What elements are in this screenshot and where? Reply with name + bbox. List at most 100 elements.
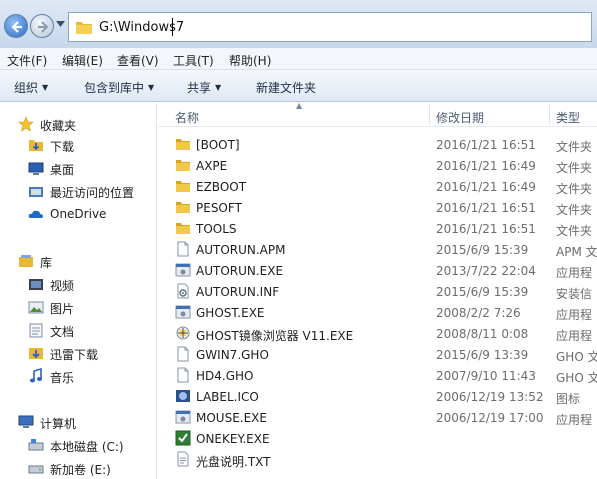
organize-label: 组织: [14, 81, 39, 95]
onedrive-cloud-icon: [28, 210, 43, 218]
column-header-date[interactable]: 修改日期: [436, 109, 484, 126]
menu-view[interactable]: 查看(V): [117, 52, 159, 69]
file-modified-date: 2016/1/21 16:51: [436, 138, 536, 152]
file-type: GHO 文: [556, 350, 597, 364]
file-type: 应用程: [556, 329, 593, 343]
include-library-button[interactable]: 包含到库中 ▼: [84, 79, 154, 96]
file-row[interactable]: GHOST镜像浏览器 V11.EXE 2008/8/11 0:08 应用程: [158, 323, 597, 344]
sidebar-item-label: 迅雷下载: [50, 348, 99, 362]
organize-button[interactable]: 组织 ▼: [14, 79, 48, 96]
file-modified-date: 2015/6/9 15:39: [436, 285, 529, 299]
library-icon: [19, 255, 33, 267]
file-row[interactable]: AXPE 2016/1/21 16:49 文件夹: [158, 155, 597, 176]
file-row[interactable]: LABEL.ICO 2006/12/19 13:52 图标: [158, 386, 597, 407]
sidebar-item-label: 下载: [50, 140, 75, 154]
text-caret: [172, 18, 173, 36]
forward-arrow-icon: [38, 21, 49, 33]
folder-icon: [176, 223, 190, 234]
file-type: 安装信: [556, 287, 593, 301]
video-icon: [29, 279, 43, 290]
sidebar-item-label: 图片: [50, 302, 75, 316]
file-row[interactable]: AUTORUN.APM 2015/6/9 15:39 APM 文: [158, 239, 597, 260]
share-button[interactable]: 共享 ▼: [187, 79, 221, 96]
onekey-icon: [175, 430, 191, 446]
file-row[interactable]: AUTORUN.EXE 2013/7/22 22:04 应用程: [158, 260, 597, 281]
file-row[interactable]: ONEKEY.EXE: [158, 428, 597, 449]
sidebar-item-label: 新加卷 (E:): [50, 463, 111, 477]
file-type: 应用程: [556, 308, 593, 322]
file-type: 图标: [556, 392, 581, 406]
column-header-name[interactable]: 名称: [175, 109, 199, 126]
menu-bar: 文件(F) 编辑(E) 查看(V) 工具(T) 帮助(H): [0, 48, 597, 70]
file-row[interactable]: GWIN7.GHO 2015/6/9 13:39 GHO 文: [158, 344, 597, 365]
file-icon: [177, 241, 189, 257]
sidebar-item-label: 最近访问的位置: [50, 186, 135, 200]
file-row[interactable]: GHOST.EXE 2008/2/2 7:26 应用程: [158, 302, 597, 323]
navigation-pane: 收藏夹 下载 桌面 最近访问的位置 OneDrive 库 视频 图片 文档 迅雷…: [0, 103, 157, 479]
file-icon: [177, 346, 189, 362]
file-name: [BOOT]: [196, 138, 240, 152]
ico-icon: [176, 390, 190, 402]
sidebar-item-label: 音乐: [50, 371, 75, 385]
file-name: GHOST镜像浏览器 V11.EXE: [196, 329, 354, 343]
menu-tools[interactable]: 工具(T): [173, 52, 214, 69]
menu-edit[interactable]: 编辑(E): [62, 52, 103, 69]
column-divider[interactable]: [549, 105, 550, 125]
file-type: APM 文: [556, 245, 597, 259]
file-modified-date: 2008/8/11 0:08: [436, 327, 529, 341]
file-modified-date: 2016/1/21 16:49: [436, 159, 536, 173]
file-name: PESOFT: [196, 201, 242, 215]
file-row[interactable]: PESOFT 2016/1/21 16:51 文件夹: [158, 197, 597, 218]
dropdown-arrow-icon: ▼: [215, 83, 222, 92]
file-name: AUTORUN.EXE: [196, 264, 284, 278]
file-type: 文件夹: [556, 203, 593, 217]
back-button[interactable]: [4, 14, 28, 38]
file-name: AXPE: [196, 159, 228, 173]
libraries-label: 库: [40, 256, 53, 270]
file-modified-date: 2013/7/22 22:04: [436, 264, 536, 278]
file-row[interactable]: AUTORUN.INF 2015/6/9 15:39 安装信: [158, 281, 597, 302]
column-divider[interactable]: [429, 105, 430, 125]
file-modified-date: 2015/6/9 15:39: [436, 243, 529, 257]
folder-icon: [76, 22, 92, 34]
file-name: AUTORUN.INF: [196, 285, 280, 299]
file-name: 光盘说明.TXT: [196, 455, 271, 469]
sidebar-item-label: 本地磁盘 (C:): [50, 440, 124, 454]
address-input[interactable]: G:\Windows7: [68, 12, 592, 42]
inf-icon: [177, 283, 189, 299]
file-modified-date: 2016/1/21 16:51: [436, 222, 536, 236]
file-modified-date: 2006/12/19 17:00: [436, 411, 544, 425]
file-name: ONEKEY.EXE: [196, 432, 270, 446]
music-note-icon: [30, 368, 42, 383]
new-folder-button[interactable]: 新建文件夹: [256, 79, 316, 96]
file-name: GWIN7.GHO: [196, 348, 269, 362]
forward-button[interactable]: [30, 14, 54, 38]
file-row[interactable]: HD4.GHO 2007/9/10 11:43 GHO 文: [158, 365, 597, 386]
dropdown-arrow-icon: ▼: [42, 83, 49, 92]
history-dropdown-icon[interactable]: [56, 21, 65, 27]
favorites-label: 收藏夹: [40, 119, 77, 133]
desktop-icon: [28, 162, 44, 175]
file-row[interactable]: [BOOT] 2016/1/21 16:51 文件夹: [158, 134, 597, 155]
file-name: LABEL.ICO: [196, 390, 259, 404]
file-row[interactable]: EZBOOT 2016/1/21 16:49 文件夹: [158, 176, 597, 197]
exe-icon: [175, 410, 191, 424]
sidebar-item-label: 桌面: [50, 163, 75, 177]
folder-icon: [176, 181, 190, 192]
command-bar: 组织 ▼ 包含到库中 ▼ 共享 ▼ 新建文件夹: [0, 70, 597, 102]
menu-help[interactable]: 帮助(H): [229, 52, 271, 69]
file-row[interactable]: 光盘说明.TXT: [158, 449, 597, 470]
sort-ascending-icon: ▲: [296, 101, 303, 110]
file-type: 文件夹: [556, 182, 593, 196]
back-arrow-icon: [11, 21, 22, 33]
file-list: [BOOT] 2016/1/21 16:51 文件夹 AXPE 2016/1/21 16…: [158, 134, 597, 479]
file-modified-date: 2006/12/19 13:52: [436, 390, 544, 404]
menu-file[interactable]: 文件(F): [7, 52, 47, 69]
file-modified-date: 2016/1/21 16:51: [436, 201, 536, 215]
include-library-label: 包含到库中: [84, 81, 145, 95]
file-row[interactable]: MOUSE.EXE 2006/12/19 17:00 应用程: [158, 407, 597, 428]
column-header-type[interactable]: 类型: [556, 109, 580, 126]
file-name: EZBOOT: [196, 180, 247, 194]
sidebar-item-label: 文档: [50, 325, 75, 339]
file-row[interactable]: TOOLS 2016/1/21 16:51 文件夹: [158, 218, 597, 239]
